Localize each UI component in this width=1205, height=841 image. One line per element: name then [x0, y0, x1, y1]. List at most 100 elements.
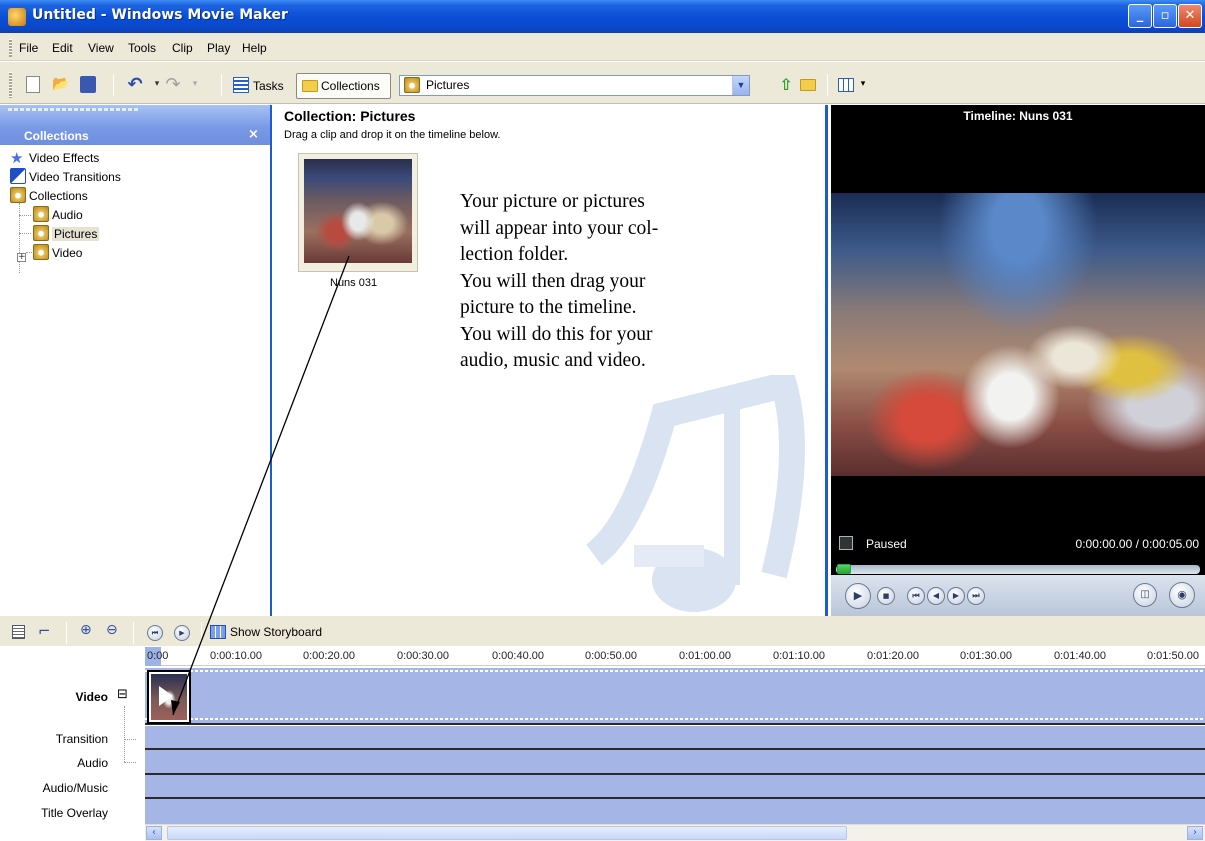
- tree-item-pictures[interactable]: Pictures: [33, 225, 100, 244]
- timeline-clip[interactable]: [147, 670, 191, 724]
- menu-edit[interactable]: Edit: [52, 41, 73, 55]
- ruler-tick-label: 0:00:40.00: [492, 650, 544, 662]
- menu-grip[interactable]: [9, 39, 12, 57]
- tasks-button[interactable]: Tasks: [251, 74, 286, 98]
- zoom-in-icon[interactable]: ⊕: [80, 622, 92, 638]
- zoom-out-icon[interactable]: ⊖: [106, 622, 118, 638]
- collections-pane-title: Collections: [24, 129, 89, 143]
- tree-item-video[interactable]: Video: [33, 244, 82, 263]
- toolbar-separator: [201, 622, 202, 644]
- clip-thumbnail[interactable]: [298, 153, 418, 272]
- movie-maker-app-icon[interactable]: [8, 8, 26, 26]
- window-title: Untitled - Windows Movie Maker: [32, 7, 288, 23]
- collection-select[interactable]: Pictures ▼: [399, 75, 750, 96]
- collection-folder-icon: [33, 244, 49, 260]
- annotation-line: will appear into your col-: [460, 217, 659, 239]
- collections-icon: [10, 187, 26, 203]
- forward-icon[interactable]: ▶: [947, 587, 965, 605]
- stop-icon[interactable]: ■: [877, 587, 895, 605]
- track-connector: [124, 739, 136, 740]
- tree-item-audio[interactable]: Audio: [33, 206, 83, 225]
- previous-frame-icon[interactable]: ⏮: [907, 587, 925, 605]
- ruler-tick-label: 0:00:30.00: [397, 650, 449, 662]
- title-bar[interactable]: Untitled - Windows Movie Maker _ ▫ ✕: [0, 0, 1205, 33]
- audio-music-track[interactable]: [145, 775, 1205, 799]
- tree-item-video-effects[interactable]: ★ Video Effects: [10, 149, 99, 168]
- tree-connector: [19, 203, 20, 273]
- fullscreen-icon[interactable]: [839, 536, 853, 550]
- ruler-tick-label: 0:01:30.00: [960, 650, 1012, 662]
- views-dropdown-icon[interactable]: ▾: [854, 76, 872, 93]
- monitor-title: Timeline: Nuns 031: [963, 109, 1073, 123]
- collections-button[interactable]: Collections: [296, 73, 391, 99]
- clip-label[interactable]: Nuns 031: [330, 277, 377, 289]
- annotation-line: You will do this for your: [460, 323, 653, 345]
- clip-play-icon: [159, 686, 173, 706]
- menu-tools[interactable]: Tools: [128, 41, 156, 55]
- menu-view[interactable]: View: [88, 41, 114, 55]
- open-project-icon[interactable]: 📂: [52, 76, 70, 93]
- toolbar-separator: [113, 74, 114, 96]
- ruler-tick-label: 0:01:00.00: [679, 650, 731, 662]
- rewind-icon[interactable]: ◀: [927, 587, 945, 605]
- undo-icon[interactable]: ↶: [126, 76, 144, 94]
- collapse-track-icon[interactable]: ⊟: [117, 687, 128, 702]
- title-overlay-track[interactable]: [145, 799, 1205, 824]
- ruler-tick-label: 0:01:50.00: [1147, 650, 1199, 662]
- maximize-button[interactable]: ▫: [1153, 4, 1177, 28]
- annotation-line: You will then drag your: [460, 270, 646, 292]
- toolbar: 📂 ↶ ▾ ↷ ▾ Tasks Collections Pictures ▼ ⇧…: [0, 62, 1205, 104]
- scroll-right-button[interactable]: ›: [1187, 826, 1203, 840]
- menu-clip[interactable]: Clip: [172, 41, 193, 55]
- timeline-scrollbar[interactable]: ‹ ›: [145, 824, 1205, 841]
- video-track[interactable]: [145, 666, 1205, 725]
- audio-track[interactable]: [145, 750, 1205, 775]
- menu-file[interactable]: File: [19, 41, 38, 55]
- scrollbar-thumb[interactable]: [167, 826, 847, 840]
- storyboard-icon[interactable]: [210, 625, 226, 639]
- track-connector: [124, 706, 125, 762]
- tasks-icon[interactable]: [233, 77, 249, 93]
- narrate-timeline-icon[interactable]: ⌐: [38, 622, 51, 640]
- timeline-ruler[interactable]: 0:00 0:00:10.00 0:00:20.00 0:00:30.00 0:…: [145, 647, 1205, 666]
- toolbar-separator: [66, 622, 67, 644]
- menu-play[interactable]: Play: [207, 41, 230, 55]
- close-pane-icon[interactable]: ×: [248, 127, 259, 142]
- tree-item-collections[interactable]: Collections: [10, 187, 88, 206]
- collection-select-value: Pictures: [426, 78, 470, 92]
- ruler-tick-label: 0:01:40.00: [1054, 650, 1106, 662]
- ruler-tick-label: 0:00:10.00: [210, 650, 262, 662]
- redo-dropdown-icon[interactable]: ▾: [186, 76, 204, 93]
- collection-folder-icon: [33, 225, 49, 241]
- track-labels: Video ⊟ Transition Audio Audio/Music Tit…: [0, 666, 145, 824]
- take-picture-icon[interactable]: ◉: [1169, 582, 1195, 608]
- toolbar-grip[interactable]: [9, 72, 12, 98]
- seek-thumb[interactable]: [837, 564, 851, 574]
- toolbar-separator: [827, 74, 828, 96]
- scroll-left-button[interactable]: ‹: [146, 826, 162, 840]
- tree-item-video-transitions[interactable]: Video Transitions: [10, 168, 121, 187]
- up-one-level-icon[interactable]: ⇧: [777, 76, 795, 93]
- timeline-toolbar: ⌐ ⊕ ⊖ ⏮ ▶: [0, 616, 1205, 646]
- seek-bar[interactable]: [836, 565, 1200, 574]
- play-timeline-icon[interactable]: ▶: [174, 625, 190, 641]
- redo-icon[interactable]: ↷: [164, 76, 182, 94]
- transition-track[interactable]: [145, 726, 1205, 750]
- split-clip-icon[interactable]: ◫: [1133, 583, 1157, 607]
- expand-icon[interactable]: +: [17, 253, 26, 262]
- set-audio-levels-icon[interactable]: [12, 625, 25, 639]
- close-button[interactable]: ✕: [1178, 4, 1202, 28]
- next-frame-icon[interactable]: ⏭: [967, 587, 985, 605]
- new-folder-icon[interactable]: [800, 79, 816, 91]
- views-icon[interactable]: [838, 78, 854, 92]
- save-icon[interactable]: [80, 76, 96, 93]
- tree-item-label: Audio: [52, 208, 83, 222]
- rewind-timeline-icon[interactable]: ⏮: [147, 625, 163, 641]
- show-storyboard-button[interactable]: Show Storyboard: [230, 625, 322, 639]
- chevron-down-icon[interactable]: ▼: [732, 76, 749, 95]
- clip-thumbnail-image: [304, 159, 412, 263]
- new-project-icon[interactable]: [26, 76, 40, 93]
- menu-help[interactable]: Help: [242, 41, 267, 55]
- play-icon[interactable]: ▶: [845, 583, 871, 609]
- minimize-button[interactable]: _: [1128, 4, 1152, 28]
